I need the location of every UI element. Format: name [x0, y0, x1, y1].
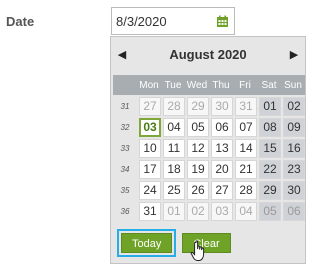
week-number: 33	[120, 144, 130, 153]
day-cell[interactable]: 25	[163, 181, 185, 200]
day-cell[interactable]: 08	[259, 118, 281, 137]
day-cell[interactable]: 15	[259, 139, 281, 158]
day-cell[interactable]: 02	[283, 97, 305, 116]
today-button[interactable]: Today	[121, 233, 173, 253]
weekday-sun: Sun	[284, 79, 302, 91]
weekday-header: Mon Tue Wed Thu Fri Sat Sun	[113, 75, 305, 95]
today-highlight: Today	[117, 229, 177, 257]
week-number: 35	[120, 186, 130, 195]
calendar-footer: Today Clear	[117, 229, 231, 257]
day-cell[interactable]: 05	[259, 202, 281, 221]
hand-cursor-icon	[190, 240, 208, 267]
week-number: 34	[120, 165, 130, 174]
day-cell[interactable]: 29	[259, 181, 281, 200]
day-cell[interactable]: 19	[187, 160, 209, 179]
day-cell[interactable]: 04	[163, 118, 185, 137]
weekday-thu: Thu	[212, 79, 230, 91]
day-cell[interactable]: 12	[187, 139, 209, 158]
day-cell[interactable]: 27	[139, 97, 161, 116]
week-number: 32	[120, 123, 130, 132]
day-cell[interactable]: 21	[235, 160, 257, 179]
day-cell[interactable]: 14	[235, 139, 257, 158]
day-cell[interactable]: 09	[283, 118, 305, 137]
calendar-header: ◀ August 2020 ▶	[111, 37, 305, 72]
day-cell[interactable]: 28	[163, 97, 185, 116]
day-cell[interactable]: 17	[139, 160, 161, 179]
weekday-sat: Sat	[261, 79, 277, 91]
day-cell[interactable]: 16	[283, 139, 305, 158]
day-cell[interactable]: 31	[235, 97, 257, 116]
calendar-icon[interactable]	[210, 8, 234, 34]
day-cell[interactable]: 01	[163, 202, 185, 221]
weekday-mon: Mon	[139, 79, 159, 91]
day-cell[interactable]: 26	[187, 181, 209, 200]
day-cell[interactable]: 06	[283, 202, 305, 221]
day-cell[interactable]: 07	[235, 118, 257, 137]
date-label: Date	[6, 14, 35, 29]
day-cell[interactable]: 30	[211, 97, 233, 116]
day-cell[interactable]: 04	[235, 202, 257, 221]
day-cell[interactable]: 05	[187, 118, 209, 137]
date-field[interactable]: 8/3/2020	[111, 7, 235, 35]
day-cell[interactable]: 02	[187, 202, 209, 221]
day-cell[interactable]: 27	[211, 181, 233, 200]
day-cell[interactable]: 29	[187, 97, 209, 116]
day-cell[interactable]: 11	[163, 139, 185, 158]
day-cell[interactable]: 18	[163, 160, 185, 179]
day-cell[interactable]: 28	[235, 181, 257, 200]
day-cell[interactable]: 10	[139, 139, 161, 158]
calendar-grid: 31 27 28 29 30 31 01 02 32 03 04 05 06 07 08 09 33 10 11 12…	[113, 97, 305, 221]
weekday-fri: Fri	[239, 79, 251, 91]
day-cell[interactable]: 24	[139, 181, 161, 200]
month-title[interactable]: August 2020	[133, 47, 283, 62]
weekday-wed: Wed	[186, 79, 208, 91]
day-cell[interactable]: 13	[211, 139, 233, 158]
day-cell[interactable]: 31	[139, 202, 161, 221]
day-cell[interactable]: 06	[211, 118, 233, 137]
week-number: 36	[120, 207, 130, 216]
weekday-tue: Tue	[164, 79, 182, 91]
day-cell-selected[interactable]: 03	[139, 118, 161, 137]
next-month-button[interactable]: ▶	[283, 48, 305, 61]
day-cell[interactable]: 23	[283, 160, 305, 179]
week-number: 31	[120, 102, 130, 111]
day-cell[interactable]: 22	[259, 160, 281, 179]
day-cell[interactable]: 20	[211, 160, 233, 179]
day-cell[interactable]: 03	[211, 202, 233, 221]
prev-month-button[interactable]: ◀	[111, 48, 133, 61]
date-field-value[interactable]: 8/3/2020	[112, 14, 210, 29]
day-cell[interactable]: 01	[259, 97, 281, 116]
date-picker-popup: ◀ August 2020 ▶ Mon Tue Wed Thu Fri Sat Sun 31…	[110, 36, 306, 264]
day-cell[interactable]: 30	[283, 181, 305, 200]
